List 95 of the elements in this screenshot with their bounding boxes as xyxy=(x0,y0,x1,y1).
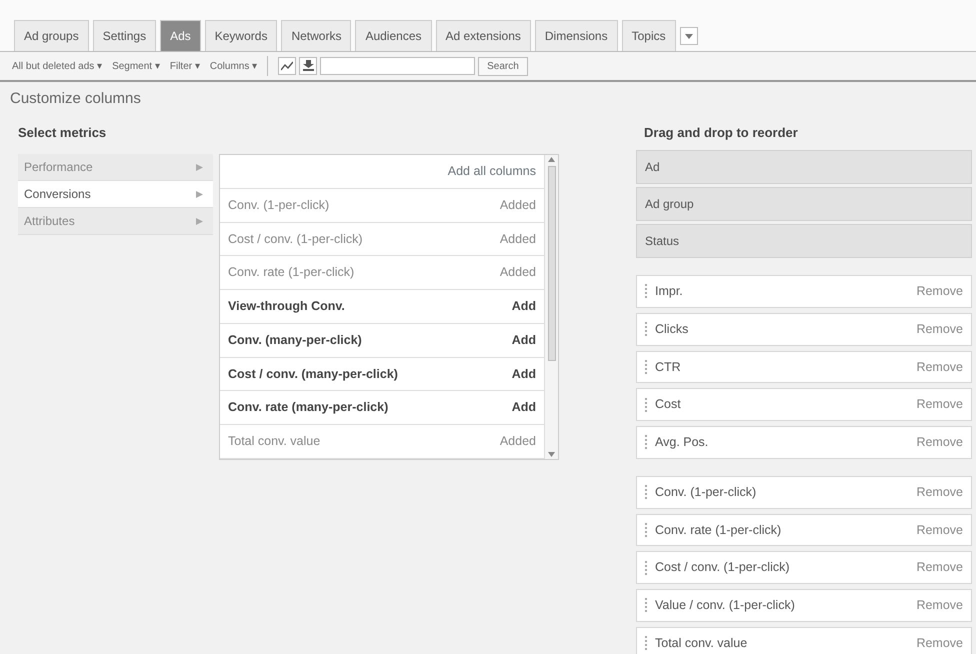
column-label: Total conv. value xyxy=(655,634,748,652)
remove-link[interactable]: Remove xyxy=(916,520,963,540)
column-item[interactable]: Impr. Remove xyxy=(636,275,972,308)
tab[interactable]: Ads xyxy=(160,20,201,51)
drag-handle[interactable] xyxy=(645,284,649,298)
column-label: Value / conv. (1-per-click) xyxy=(655,597,795,614)
locked-column: Ad group xyxy=(636,187,972,221)
tab[interactable]: Dimensions xyxy=(534,20,618,51)
dropdown-menu-button[interactable]: Filter ▾ xyxy=(170,58,200,74)
download-icon xyxy=(302,60,314,71)
dropdown-menu-button[interactable]: Columns ▾ xyxy=(210,58,258,74)
column-item[interactable]: Cost / conv. (1-per-click) Remove xyxy=(636,551,972,584)
drag-handle[interactable] xyxy=(645,485,649,500)
column-item[interactable]: Conv. rate (1-per-click) Remove xyxy=(636,514,972,546)
drag-handle[interactable] xyxy=(645,398,649,412)
remove-link[interactable]: Remove xyxy=(916,482,963,502)
add-link[interactable]: Add xyxy=(512,297,536,316)
tab[interactable]: Audiences xyxy=(355,20,432,51)
section-heading: Drag and drop to reorder xyxy=(644,124,799,142)
add-link[interactable]: Add xyxy=(512,398,536,417)
scroll-thumb[interactable] xyxy=(548,166,556,361)
remove-link[interactable]: Remove xyxy=(916,282,963,301)
more-tabs-button[interactable] xyxy=(680,27,698,45)
drag-handle[interactable] xyxy=(645,322,649,336)
search-button[interactable]: Search xyxy=(478,56,528,76)
metric-label: Total conv. value xyxy=(228,433,320,450)
tab[interactable]: Ad extensions xyxy=(436,20,531,51)
drag-handle[interactable] xyxy=(645,435,649,450)
arrow-icon xyxy=(196,218,203,224)
tab[interactable]: Keywords xyxy=(204,20,278,51)
added-label: Added xyxy=(500,433,536,450)
tab[interactable]: Settings xyxy=(92,20,156,51)
added-label: Added xyxy=(500,264,536,282)
category-label: Conversions xyxy=(24,186,91,203)
column-item[interactable]: Clicks Remove xyxy=(636,312,972,346)
add-all-link[interactable]: Add all columns xyxy=(448,162,536,181)
dropdown-menu-button[interactable]: Segment ▾ xyxy=(112,58,160,74)
section-heading: Select metrics xyxy=(18,124,108,142)
tab[interactable]: Ad groups xyxy=(14,20,89,51)
arrow-icon xyxy=(196,190,203,198)
added-label: Added xyxy=(500,196,536,214)
metric-label: Cost / conv. (1-per-click) xyxy=(228,230,363,248)
remove-link[interactable]: Remove xyxy=(916,634,963,652)
metric-label: Conv. rate (many-per-click) xyxy=(228,399,388,416)
drag-handle[interactable] xyxy=(645,522,649,537)
scroll-up-icon[interactable] xyxy=(548,157,555,162)
column-item[interactable]: CTR Remove xyxy=(636,350,972,384)
scroll-down-icon[interactable] xyxy=(548,452,555,457)
drag-handle[interactable] xyxy=(645,560,649,575)
locked-column: Ad xyxy=(636,150,972,184)
download-button[interactable] xyxy=(299,56,318,74)
column-label: Cost / conv. (1-per-click) xyxy=(655,559,790,576)
locked-column: Status xyxy=(636,224,972,258)
category-label: Performance xyxy=(24,159,93,176)
chart-button[interactable] xyxy=(278,56,296,74)
added-label: Added xyxy=(500,230,536,248)
line-chart-icon xyxy=(281,60,294,70)
category-item[interactable]: Conversions xyxy=(18,181,213,208)
metric-label: Cost / conv. (many-per-click) xyxy=(228,366,398,383)
caret-icon xyxy=(684,34,693,38)
column-item[interactable]: Value / conv. (1-per-click) Remove xyxy=(636,589,972,622)
page-title: Customize columns xyxy=(9,89,142,109)
column-item[interactable]: Total conv. value Remove xyxy=(636,626,972,654)
drag-handle[interactable] xyxy=(645,636,649,650)
category-label: Attributes xyxy=(24,213,75,230)
column-label: Cost xyxy=(655,396,681,414)
column-label: Impr. xyxy=(655,283,683,300)
remove-link[interactable]: Remove xyxy=(916,358,963,376)
metric-label: Conv. (many-per-click) xyxy=(228,332,362,349)
metric-label: Conv. rate (1-per-click) xyxy=(228,264,354,282)
scrollbar[interactable] xyxy=(544,155,558,459)
search-field[interactable] xyxy=(320,56,476,74)
add-link[interactable]: Add xyxy=(512,330,536,350)
remove-link[interactable]: Remove xyxy=(916,395,963,414)
drag-handle[interactable] xyxy=(645,598,649,612)
column-item[interactable]: Cost Remove xyxy=(636,388,972,421)
column-item[interactable]: Avg. Pos. Remove xyxy=(636,426,972,459)
tab[interactable]: Topics xyxy=(622,20,676,51)
remove-link[interactable]: Remove xyxy=(916,596,963,615)
column-item[interactable]: Conv. (1-per-click) Remove xyxy=(636,476,972,508)
drag-handle[interactable] xyxy=(645,360,649,374)
remove-link[interactable]: Remove xyxy=(916,558,963,577)
column-label: Conv. rate (1-per-click) xyxy=(655,522,782,539)
metric-label: View-through Conv. xyxy=(228,298,345,315)
column-label: Conv. (1-per-click) xyxy=(655,484,756,501)
column-label: Avg. Pos. xyxy=(655,434,708,451)
arrow-icon xyxy=(196,164,203,170)
remove-link[interactable]: Remove xyxy=(916,320,963,338)
column-label: CTR xyxy=(655,358,681,376)
metric-label: Conv. (1-per-click) xyxy=(228,196,330,214)
dropdown-menu-button[interactable]: All but deleted ads ▾ xyxy=(12,58,102,74)
remove-link[interactable]: Remove xyxy=(916,433,963,452)
tab[interactable]: Networks xyxy=(281,20,352,51)
column-label: Clicks xyxy=(655,320,688,338)
add-link[interactable]: Add xyxy=(512,364,536,384)
